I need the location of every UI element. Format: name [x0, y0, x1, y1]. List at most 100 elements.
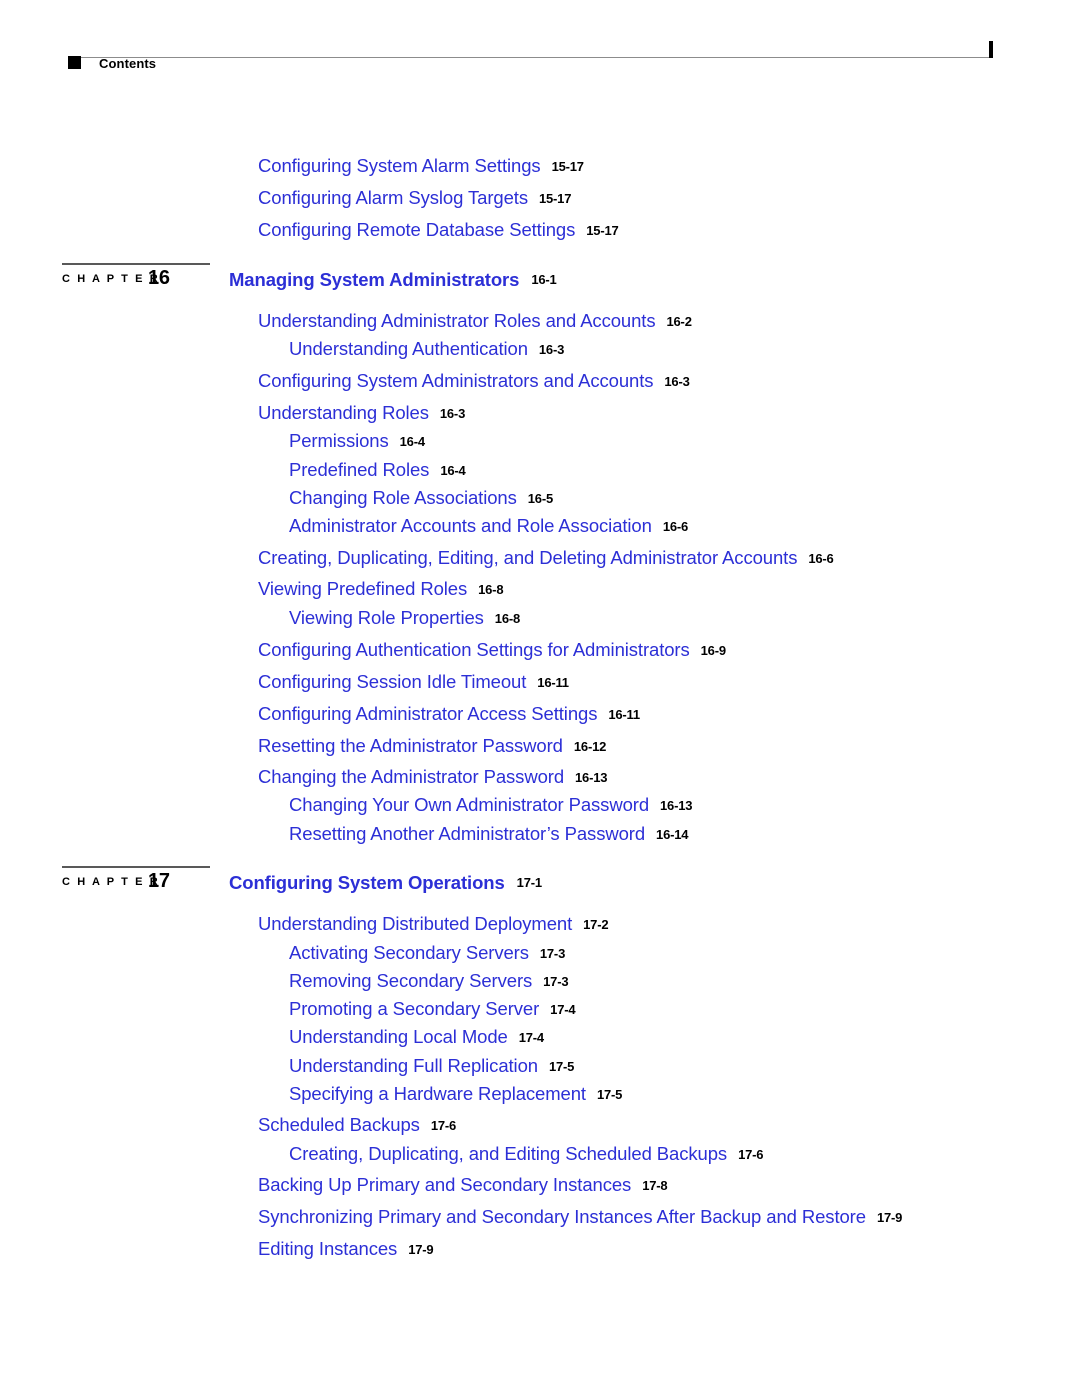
toc-entry-page-number: 16-8: [478, 582, 504, 597]
toc-entry[interactable]: Resetting Another Administrator’s Passwo…: [289, 823, 688, 845]
toc-entry-title: Understanding Local Mode: [289, 1026, 508, 1047]
chapter-heading: C H A P T E R 17 Configuring System Operat…: [0, 866, 1080, 906]
toc-entry[interactable]: Configuring System Administrators and Ac…: [258, 370, 690, 392]
toc-entry[interactable]: Predefined Roles 16-4: [289, 459, 466, 481]
toc-entry[interactable]: Specifying a Hardware Replacement 17-5: [289, 1083, 622, 1105]
toc-entry[interactable]: Configuring Administrator Access Setting…: [258, 703, 640, 725]
toc-entry[interactable]: Backing Up Primary and Secondary Instanc…: [258, 1174, 668, 1196]
toc-entry[interactable]: Synchronizing Primary and Secondary Inst…: [258, 1206, 902, 1228]
toc-entry[interactable]: Editing Instances 17-9: [258, 1238, 434, 1260]
chapter-page-number: 17-1: [516, 875, 542, 890]
header-rule: [68, 57, 993, 58]
chapter-rule: [62, 866, 210, 868]
page-header: Contents: [0, 0, 1080, 90]
toc-entry-page-number: 16-2: [666, 314, 692, 329]
toc-entry[interactable]: Configuring Remote Database Settings 15-1…: [258, 219, 619, 241]
toc-entry-title: Configuring Administrator Access Setting…: [258, 703, 598, 724]
chapter-toc-entry[interactable]: Configuring System Operations 17-1: [229, 872, 542, 896]
toc-entry[interactable]: Removing Secondary Servers 17-3: [289, 970, 569, 992]
toc-entry-title: Backing Up Primary and Secondary Instanc…: [258, 1174, 632, 1195]
toc-entry-page-number: 16-8: [494, 611, 521, 626]
toc-entry-title: Removing Secondary Servers: [289, 970, 533, 991]
chapter-heading: C H A P T E R 16 Managing System Administr…: [0, 263, 1080, 303]
toc-entry[interactable]: Configuring System Alarm Settings 15-17: [258, 155, 584, 177]
toc-entry[interactable]: Understanding Distributed Deployment 17-2: [258, 913, 609, 935]
toc-entry[interactable]: Scheduled Backups 17-6: [258, 1114, 456, 1136]
chapter-number: 17: [148, 870, 170, 892]
toc-entry-page-number: 16-13: [660, 798, 693, 813]
toc-entry[interactable]: Understanding Roles 16-3: [258, 402, 465, 424]
toc-entry-title: Creating, Duplicating, Editing, and Dele…: [258, 547, 798, 568]
toc-entry-title: Understanding Roles: [258, 402, 429, 423]
chapter-toc-entry[interactable]: Managing System Administrators 16-1: [229, 269, 557, 293]
chapter-page-number: 16-1: [531, 272, 557, 287]
toc-entry-page-number: 16-11: [537, 675, 569, 690]
toc-entry[interactable]: Configuring Session Idle Timeout 16-11: [258, 671, 569, 693]
toc-entry-page-number: 16-4: [399, 434, 425, 449]
toc-entry[interactable]: Promoting a Secondary Server 17-4: [289, 998, 576, 1020]
toc-entry[interactable]: Resetting the Administrator Password 16-1…: [258, 735, 606, 757]
toc-entry-page-number: 16-4: [440, 463, 466, 478]
toc-entry-title: Synchronizing Primary and Secondary Inst…: [258, 1206, 866, 1227]
page-footer: xvi User Guide for Cisco Secure Access C…: [0, 1280, 1080, 1370]
chapter-rule: [62, 263, 210, 265]
toc-entry[interactable]: Understanding Local Mode 17-4: [289, 1026, 544, 1048]
toc-entry-title: Changing Role Associations: [289, 487, 517, 508]
toc-entry-page-number: 17-9: [408, 1242, 434, 1257]
toc-entry-title: Promoting a Secondary Server: [289, 998, 540, 1019]
chapter-label: C H A P T E R: [62, 876, 160, 888]
toc-entry-title: Understanding Distributed Deployment: [258, 913, 573, 934]
toc-entry[interactable]: Configuring Alarm Syslog Targets 15-17: [258, 187, 571, 209]
toc-entry[interactable]: Permissions 16-4: [289, 430, 425, 452]
toc-entry-page-number: 17-8: [642, 1178, 668, 1193]
toc-entry[interactable]: Viewing Predefined Roles 16-8: [258, 578, 504, 600]
toc-entry[interactable]: Changing Your Own Administrator Password…: [289, 794, 692, 816]
toc-entry-page-number: 16-3: [439, 406, 466, 421]
chapter-title: Managing System Administrators: [229, 269, 520, 290]
toc-entry-title: Understanding Administrator Roles and Ac…: [258, 310, 656, 331]
toc-entry-page-number: 16-6: [808, 551, 834, 566]
chapter-label: C H A P T E R: [62, 273, 160, 285]
toc-entry[interactable]: Creating, Duplicating, Editing, and Dele…: [258, 547, 834, 569]
toc-entry-page-number: 17-4: [518, 1030, 544, 1045]
toc-entry-page-number: 17-6: [738, 1147, 764, 1162]
toc-entry-title: Configuring Alarm Syslog Targets: [258, 187, 528, 208]
toc-entry[interactable]: Understanding Full Replication 17-5: [289, 1055, 574, 1077]
toc-entry[interactable]: Creating, Duplicating, and Editing Sched…: [289, 1143, 763, 1165]
toc-entry[interactable]: Changing Role Associations 16-5: [289, 487, 553, 509]
toc-entry-title: Administrator Accounts and Role Associat…: [289, 515, 652, 536]
toc-entry-page-number: 17-5: [548, 1059, 575, 1074]
toc-entry[interactable]: Activating Secondary Servers 17-3: [289, 942, 565, 964]
chapter-title: Configuring System Operations: [229, 872, 505, 893]
toc-entry-title: Configuring Session Idle Timeout: [258, 671, 527, 692]
toc-entry-title: Viewing Role Properties: [289, 607, 484, 628]
toc-entry-title: Configuring System Alarm Settings: [258, 155, 541, 176]
toc-entry-title: Specifying a Hardware Replacement: [289, 1083, 586, 1104]
toc-entry-title: Changing Your Own Administrator Password: [289, 794, 650, 815]
toc-entry-page-number: 16-5: [527, 491, 553, 506]
toc-entry-title: Resetting Another Administrator’s Passwo…: [289, 823, 646, 844]
toc-entry[interactable]: Viewing Role Properties 16-8: [289, 607, 520, 629]
toc-entry-page-number: 17-6: [430, 1118, 457, 1133]
toc-entry-page-number: 16-3: [538, 342, 565, 357]
document-page: Contents Configuring System Alarm Settin…: [0, 0, 1080, 1397]
toc-entry-title: Understanding Full Replication: [289, 1055, 538, 1076]
toc-entry[interactable]: Configuring Authentication Settings for …: [258, 639, 726, 661]
toc-entry-page-number: 17-5: [596, 1087, 623, 1102]
toc-entry-title: Permissions: [289, 430, 389, 451]
toc-entry[interactable]: Changing the Administrator Password 16-13: [258, 766, 607, 788]
toc-entry-title: Resetting the Administrator Password: [258, 735, 563, 756]
toc-entry-page-number: 15-17: [586, 223, 619, 238]
toc-entry-page-number: 15-17: [551, 159, 584, 174]
toc-entry-title: Changing the Administrator Password: [258, 766, 565, 787]
toc-entry[interactable]: Understanding Authentication 16-3: [289, 338, 564, 360]
toc-entry-page-number: 17-3: [539, 946, 566, 961]
header-edge-tick: [989, 41, 993, 58]
toc-entry[interactable]: Administrator Accounts and Role Associat…: [289, 515, 688, 537]
toc-entry[interactable]: Understanding Administrator Roles and Ac…: [258, 310, 692, 332]
toc-entry-page-number: 17-3: [543, 974, 569, 989]
toc-entry-page-number: 17-9: [876, 1210, 903, 1225]
toc-entry-page-number: 16-13: [575, 770, 608, 785]
toc-entry-page-number: 15-17: [538, 191, 572, 206]
black-square-icon: [68, 56, 81, 69]
